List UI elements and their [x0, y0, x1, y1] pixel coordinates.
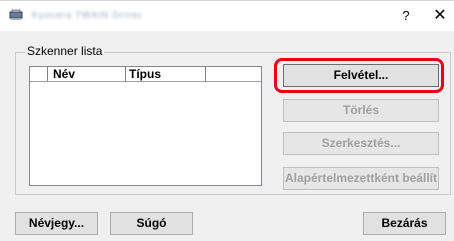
window-title: Kyocera TWAIN Driver: [32, 10, 143, 20]
about-button[interactable]: Névjegy...: [15, 212, 98, 235]
help-button[interactable]: Súgó: [110, 212, 193, 235]
title-bar[interactable]: Kyocera TWAIN Driver ? ✕: [0, 1, 454, 31]
delete-scanner-button[interactable]: Törlés: [283, 99, 439, 122]
edit-scanner-button[interactable]: Szerkesztés...: [283, 132, 439, 155]
close-window-button[interactable]: ✕: [420, 1, 454, 31]
column-header-name[interactable]: Név: [48, 67, 126, 81]
column-header-check[interactable]: [30, 67, 48, 81]
add-scanner-button[interactable]: Felvétel...: [283, 64, 439, 87]
column-header-type[interactable]: Típus: [126, 67, 206, 81]
scanner-app-icon: [9, 9, 23, 20]
scanner-list-label: Szkenner lista: [25, 44, 105, 58]
scanner-list[interactable]: Név Típus: [29, 66, 262, 186]
set-default-button[interactable]: Alapértelmezettként beállít: [283, 167, 439, 190]
close-button[interactable]: Bezárás: [363, 212, 446, 235]
dialog-window: Kyocera TWAIN Driver ? ✕ Szkenner lista …: [0, 0, 454, 241]
column-header-filler: [206, 67, 262, 81]
scanner-list-header: Név Típus: [30, 67, 261, 82]
